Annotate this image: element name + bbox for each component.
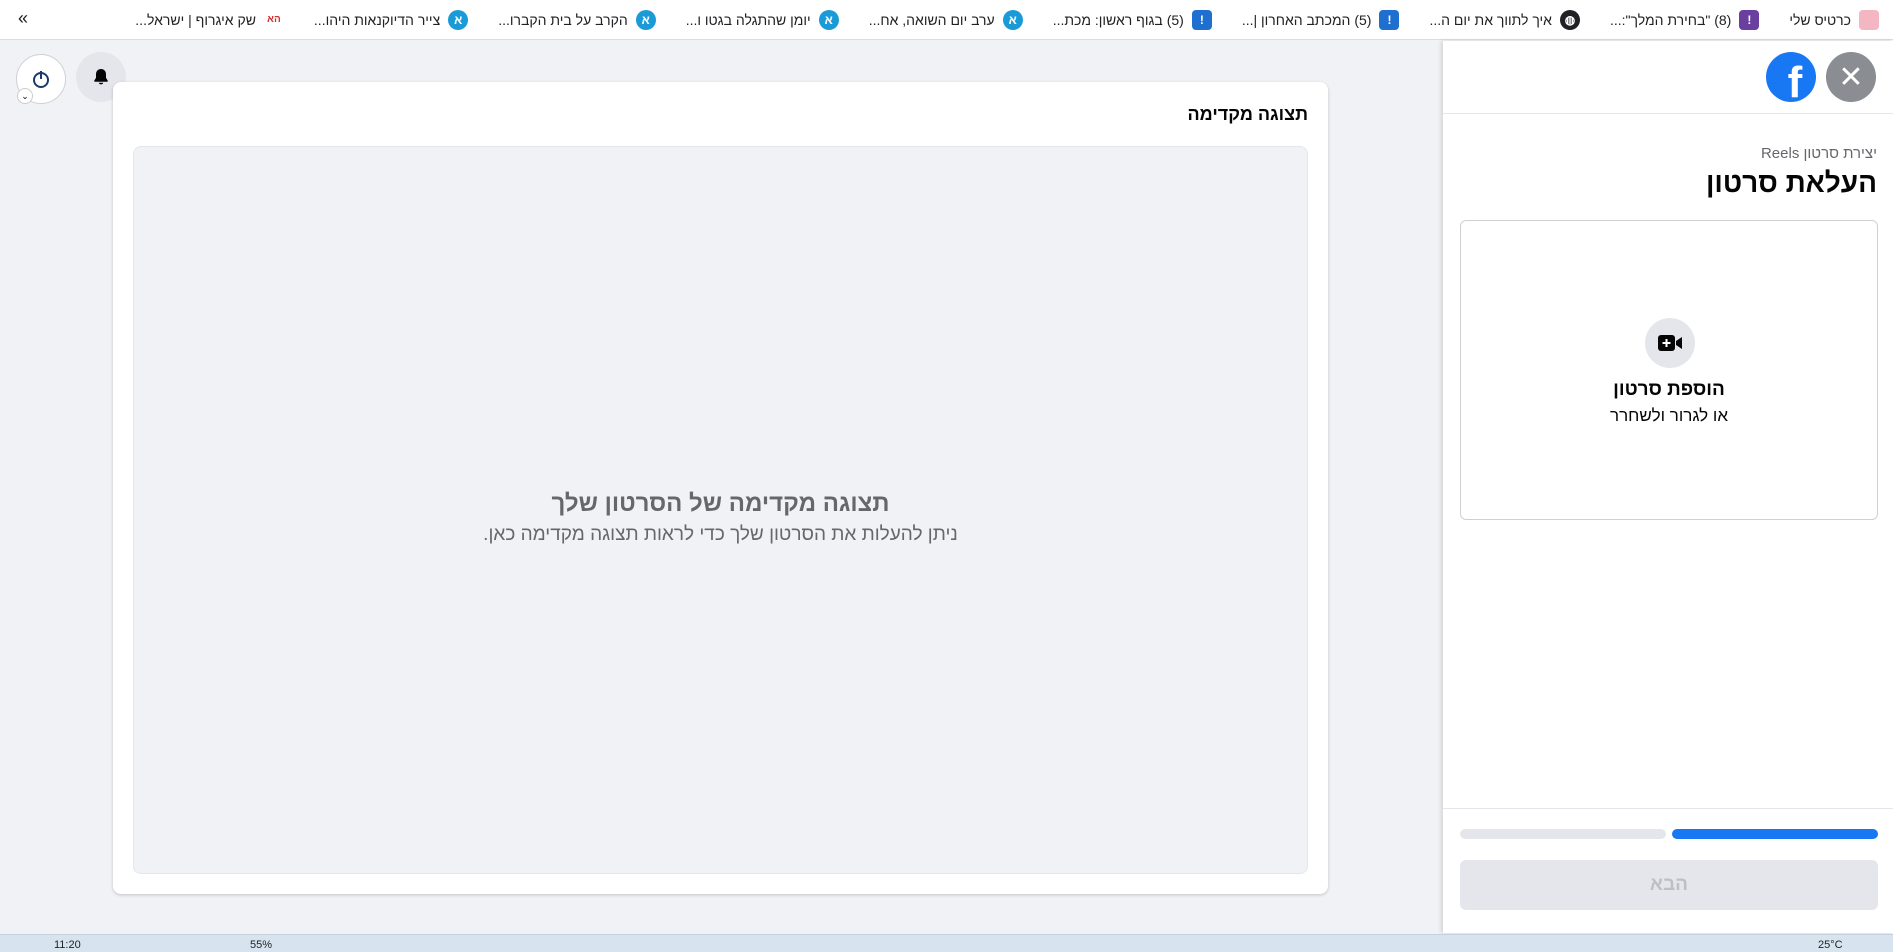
haaretz-icon: הא — [263, 9, 284, 30]
aleph-icon: א — [818, 9, 839, 30]
battery-level: 55% — [250, 939, 273, 951]
taskbar: 11:20 55% 25°C — [0, 934, 1893, 952]
chevron-down-icon[interactable]: ⌄ — [17, 88, 33, 104]
card-icon — [1859, 9, 1879, 30]
bookmark-item[interactable]: א הקרב על בית הקברו... — [498, 9, 656, 30]
facebook-icon: f — [1787, 58, 1803, 102]
bell-icon — [94, 69, 108, 85]
bookmark-label: איך לתווך את יום ה... — [1429, 11, 1552, 28]
panel-header: ✕ f — [1443, 41, 1893, 114]
bookmark-label: צייר הדיוקנאות היהו... — [313, 11, 441, 28]
bookmark-item[interactable]: א יומן שהתגלה בגטו ו... — [685, 9, 839, 30]
upload-dropzone[interactable]: הוספת סרטון או לגרור ולשחרר — [1460, 220, 1878, 520]
bookmark-label: (5) בגוף ראשון: מכת... — [1052, 11, 1184, 28]
power-icon — [33, 71, 49, 88]
bookmark-item[interactable]: הא שק איגרוף | ישראל... — [135, 9, 284, 30]
bookmark-label: ערב יום השואה, אח... — [868, 11, 995, 28]
drag-drop-label: או לגרור ולשחרר — [1610, 406, 1728, 425]
bookmarks-bar: כרטיס שלי ! (8) "בחירת המלך":... ◍ איך ל… — [0, 0, 1893, 40]
video-preview-area: תצוגה מקדימה של הסרטון שלך ניתן להעלות א… — [133, 146, 1308, 874]
more-bookmarks-button[interactable]: » — [18, 8, 28, 29]
bookmark-label: (5) המכתב האחרון |... — [1241, 11, 1372, 28]
exclaim-icon: ! — [1379, 9, 1400, 30]
preview-card: תצוגה מקדימה תצוגה מקדימה של הסרטון שלך … — [113, 82, 1328, 894]
bookmark-item[interactable]: א ערב יום השואה, אח... — [868, 9, 1023, 30]
step-progress — [1460, 829, 1878, 839]
bookmark-item[interactable]: א צייר הדיוקנאות היהו... — [313, 9, 469, 30]
facebook-logo[interactable]: f — [1766, 52, 1816, 102]
close-button[interactable]: ✕ — [1826, 52, 1876, 102]
add-video-icon — [1645, 318, 1695, 368]
globe-icon: ◍ — [1559, 9, 1580, 30]
bookmark-item[interactable]: ! (8) "בחירת המלך":... — [1609, 9, 1760, 30]
close-icon: ✕ — [1838, 60, 1864, 94]
divider — [1443, 808, 1893, 809]
progress-step-active — [1672, 829, 1878, 839]
aleph-icon: א — [635, 9, 656, 30]
bookmark-item[interactable]: ◍ איך לתווך את יום ה... — [1429, 9, 1580, 30]
exclaim-icon: ! — [1739, 9, 1760, 30]
breadcrumb: יצירת סרטון Reels — [1760, 145, 1877, 162]
bookmark-item[interactable]: ! (5) בגוף ראשון: מכת... — [1052, 9, 1212, 30]
weather-temp: 25°C — [1818, 939, 1843, 951]
page-title: העלאת סרטון — [1705, 167, 1877, 198]
create-reel-panel: ✕ f יצירת סרטון Reels העלאת סרטון הוספת … — [1443, 41, 1893, 933]
add-video-label: הוספת סרטון — [1613, 379, 1725, 400]
bookmark-label: יומן שהתגלה בגטו ו... — [685, 11, 811, 28]
bookmark-label: כרטיס שלי — [1789, 11, 1851, 28]
preview-card-title: תצוגה מקדימה — [1187, 104, 1308, 124]
clock: 11:20 — [54, 939, 81, 951]
aleph-icon: א — [1002, 9, 1023, 30]
bookmark-label: הקרב על בית הקברו... — [498, 11, 628, 28]
preview-heading: תצוגה מקדימה של הסרטון שלך — [551, 490, 890, 517]
bookmark-label: שק איגרוף | ישראל... — [135, 11, 256, 28]
next-button[interactable]: הבא — [1460, 860, 1878, 910]
bookmark-label: (8) "בחירת המלך":... — [1609, 11, 1732, 28]
bookmark-item[interactable]: ! (5) המכתב האחרון |... — [1241, 9, 1400, 30]
exclaim-icon: ! — [1191, 9, 1212, 30]
bookmark-item[interactable]: כרטיס שלי — [1789, 9, 1879, 30]
preview-subtext: ניתן להעלות את הסרטון שלך כדי לראות תצוג… — [483, 524, 958, 545]
progress-step-pending — [1460, 829, 1666, 839]
aleph-icon: א — [448, 9, 469, 30]
